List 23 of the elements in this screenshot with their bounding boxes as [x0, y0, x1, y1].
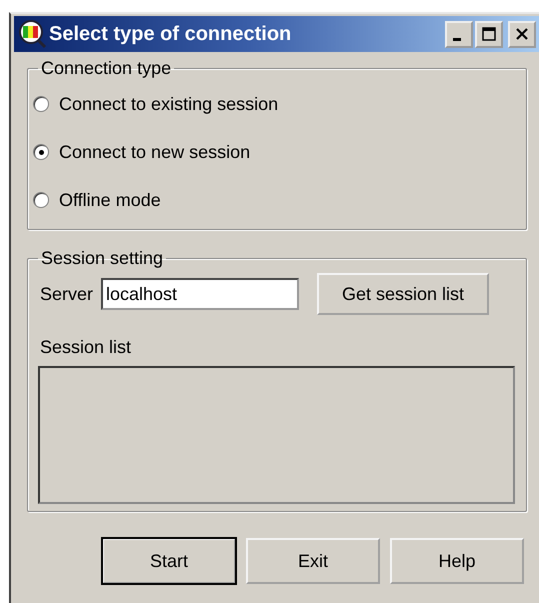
- group-label: Connection type: [40, 58, 172, 79]
- minimize-button[interactable]: [445, 20, 473, 48]
- get-session-list-button[interactable]: Get session list: [317, 273, 490, 315]
- dialog-button[interactable]: Help: [390, 538, 524, 584]
- list-label: Session list: [40, 337, 132, 358]
- field-label: Server: [40, 284, 94, 304]
- maximize-icon: [481, 26, 497, 42]
- server-field[interactable]: localhost: [101, 278, 300, 310]
- radio-label: Offline mode: [59, 190, 161, 210]
- radio-button[interactable]: [33, 144, 49, 160]
- radio-label: Connect to existing session: [59, 94, 278, 114]
- close-button[interactable]: [508, 20, 536, 48]
- app-icon: [17, 19, 47, 49]
- maximize-button[interactable]: [475, 20, 503, 48]
- close-icon: [514, 26, 530, 42]
- radio-button[interactable]: [33, 96, 49, 112]
- dialog-button[interactable]: Exit: [246, 538, 380, 584]
- radio-button[interactable]: [33, 192, 49, 208]
- group-label: Session setting: [40, 248, 164, 269]
- minimize-icon: [453, 38, 461, 40]
- radio-label: Connect to new session: [59, 142, 250, 162]
- window-title: Select type of connection: [49, 22, 292, 46]
- dialog-button[interactable]: Start: [102, 538, 236, 584]
